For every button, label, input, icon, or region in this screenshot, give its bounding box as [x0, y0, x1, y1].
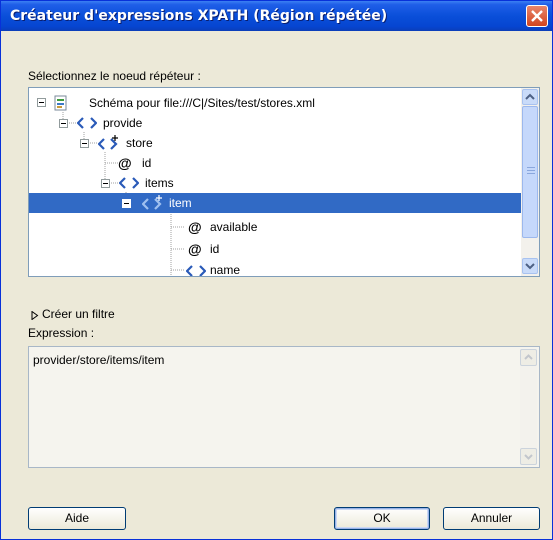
- collapse-toggle-icon[interactable]: [101, 179, 110, 188]
- element-icon: [119, 177, 139, 189]
- collapse-toggle-icon[interactable]: [80, 139, 89, 148]
- attribute-icon: @: [118, 155, 132, 171]
- tree-row[interactable]: provide: [29, 113, 521, 133]
- chevron-up-icon: [525, 93, 535, 100]
- chevron-down-icon: [524, 454, 533, 460]
- collapse-toggle-icon[interactable]: [122, 199, 131, 208]
- repeating-element-icon: [142, 195, 162, 210]
- repeating-element-icon: [98, 135, 118, 150]
- window-title: Créateur d'expressions XPATH (Région rép…: [10, 8, 388, 24]
- triangle-right-icon: [31, 311, 39, 320]
- tree-row[interactable]: @ id: [29, 239, 521, 259]
- create-filter-label: Créer un filtre: [42, 307, 115, 321]
- tree-node-label: name: [210, 263, 241, 277]
- chevron-up-icon: [524, 354, 533, 360]
- tree-node-label: items: [145, 176, 174, 190]
- tree-row[interactable]: @ available: [29, 217, 521, 237]
- schema-file-icon: [54, 95, 67, 111]
- close-button[interactable]: [526, 5, 548, 27]
- tree-node-label: store: [126, 136, 153, 150]
- grip-line: [527, 170, 535, 171]
- scroll-thumb[interactable]: [522, 106, 538, 238]
- tree-row[interactable]: items: [29, 173, 521, 193]
- attribute-icon: @: [188, 241, 202, 257]
- tree-row[interactable]: Schéma pour file:///C|/Sites/test/stores…: [29, 93, 521, 113]
- title-bar[interactable]: Créateur d'expressions XPATH (Région rép…: [1, 1, 552, 31]
- expression-label: Expression :: [28, 326, 95, 340]
- expression-scrollbar: [520, 349, 537, 465]
- tree-node-label: available: [210, 220, 258, 234]
- tree-row-selected[interactable]: item: [29, 193, 521, 213]
- node-tree[interactable]: Schéma pour file:///C|/Sites/test/stores…: [28, 87, 540, 277]
- tree-node-label: id: [142, 156, 152, 170]
- chevron-down-icon: [525, 263, 535, 270]
- tree-row[interactable]: store: [29, 133, 521, 153]
- scroll-down-button[interactable]: [522, 258, 538, 274]
- element-icon: [77, 117, 97, 129]
- tree-label: Sélectionnez le noeud répéteur :: [28, 69, 201, 83]
- expression-field: provider/store/items/item: [28, 346, 540, 468]
- scroll-up-button[interactable]: [522, 89, 538, 105]
- dialog-window: Créateur d'expressions XPATH (Région rép…: [0, 0, 553, 540]
- close-icon: [531, 10, 543, 22]
- scroll-up-button: [520, 349, 537, 366]
- tree-row[interactable]: @ id: [29, 153, 521, 173]
- grip-line: [527, 167, 535, 168]
- collapse-toggle-icon[interactable]: [59, 119, 68, 128]
- tree-node-label: item: [169, 196, 192, 210]
- scroll-down-button: [520, 448, 537, 465]
- cancel-button[interactable]: Annuler: [443, 507, 540, 530]
- tree-node-label: Schéma pour file:///C|/Sites/test/stores…: [89, 96, 315, 110]
- tree-node-label: provide: [103, 116, 143, 130]
- tree-node-label: id: [210, 242, 220, 256]
- tree-content: Schéma pour file:///C|/Sites/test/stores…: [29, 88, 521, 276]
- grip-line: [527, 173, 535, 174]
- help-button[interactable]: Aide: [28, 507, 126, 530]
- attribute-icon: @: [188, 219, 202, 235]
- tree-row[interactable]: name: [29, 260, 521, 277]
- expression-value: provider/store/items/item: [33, 353, 165, 367]
- ok-button[interactable]: OK: [334, 507, 430, 530]
- tree-scrollbar[interactable]: [521, 88, 539, 276]
- element-icon: [186, 265, 206, 276]
- collapse-toggle-icon[interactable]: [37, 98, 46, 107]
